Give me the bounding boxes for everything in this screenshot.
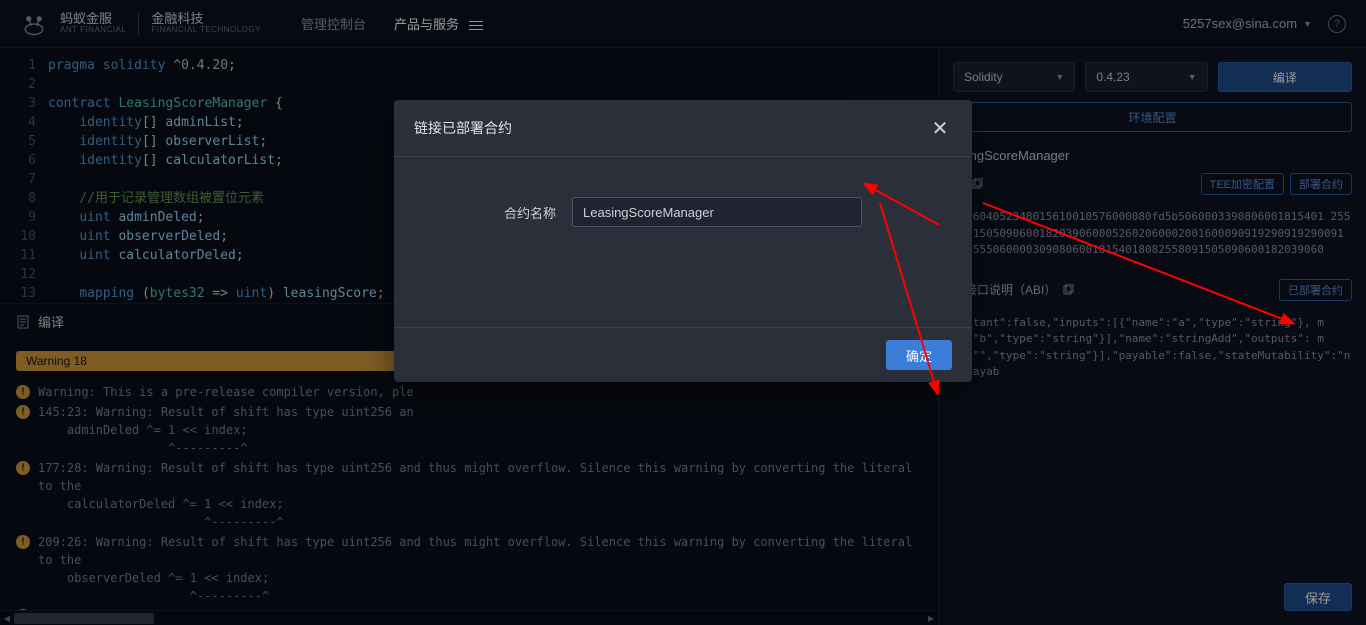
modal-field-label: 合约名称 <box>504 203 556 222</box>
modal-title: 链接已部署合约 <box>414 118 512 138</box>
modal-confirm-button[interactable]: 确定 <box>886 340 952 370</box>
contract-name-input[interactable] <box>572 197 862 227</box>
modal-overlay: 链接已部署合约 ✕ 合约名称 确定 <box>0 0 1366 625</box>
modal-close-button[interactable]: ✕ <box>928 116 952 140</box>
modal-footer: 确定 <box>394 327 972 382</box>
modal-header: 链接已部署合约 ✕ <box>394 100 972 157</box>
link-contract-modal: 链接已部署合约 ✕ 合约名称 确定 <box>394 100 972 382</box>
modal-body: 合约名称 <box>394 157 972 327</box>
